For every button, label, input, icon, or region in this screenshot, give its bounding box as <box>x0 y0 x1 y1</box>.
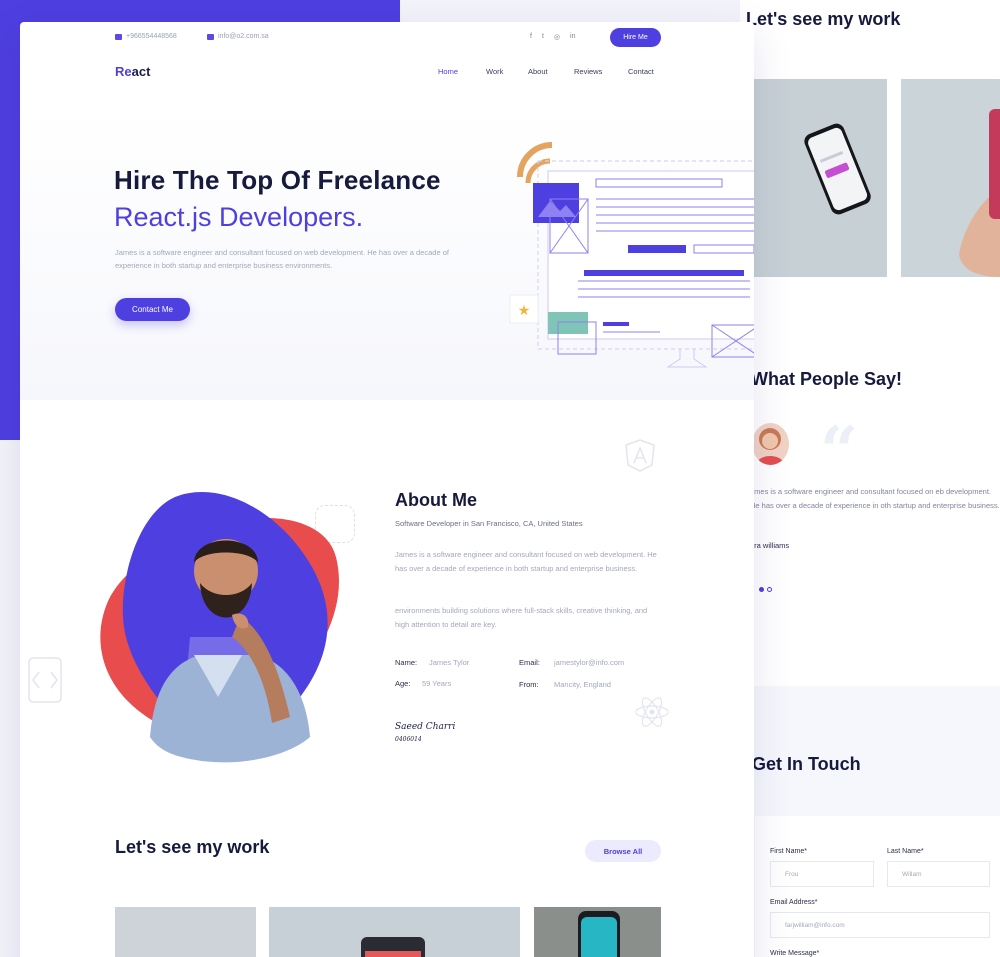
hero-section: Hire The Top Of Freelance React.js Devel… <box>20 102 754 400</box>
contact-me-button[interactable]: Contact Me <box>115 298 190 321</box>
side-testimonials-title: What People Say! <box>751 369 903 389</box>
phone-mockup-icon <box>752 79 887 277</box>
slider-dot[interactable] <box>767 587 772 592</box>
facebook-icon[interactable]: f <box>530 33 532 41</box>
side-work-title: Let's see my work <box>746 9 901 29</box>
about-paragraph-1: James is a software engineer and consult… <box>395 550 657 573</box>
about-subtitle: Software Developer in San Francisco, CA,… <box>395 519 583 528</box>
email-label: Email Address* <box>770 899 818 906</box>
testimonial-text: omes is a software engineer and consulta… <box>750 487 1000 510</box>
first-name-field[interactable]: Frou <box>770 861 874 887</box>
info-age-key: Age: <box>395 679 411 688</box>
hero-title: Hire The Top Of Freelance <box>114 165 441 195</box>
hero-description: James is a software engineer and consult… <box>115 248 449 270</box>
phone-app-screen <box>581 917 617 957</box>
testimonial-author: ora williams <box>750 541 790 550</box>
phone-number: +966554448568 <box>126 33 177 40</box>
testimonial-avatar <box>752 423 789 465</box>
browse-all-button[interactable]: Browse All <box>585 840 661 862</box>
side-contact-title: Get In Touch <box>752 754 861 774</box>
react-atom-icon <box>635 697 669 727</box>
contact-form: First Name* Frou Last Name* Willam Email… <box>755 816 1000 957</box>
side-page-preview: Let's see my work What People Say! “ ome… <box>740 0 1000 957</box>
nav-home[interactable]: Home <box>438 67 458 76</box>
phone-contact[interactable]: +966554448568 <box>115 33 177 40</box>
info-from-key: From: <box>519 680 539 689</box>
nav-reviews[interactable]: Reviews <box>574 67 602 76</box>
work-thumb-2[interactable] <box>269 907 520 957</box>
screenshot-stage: Let's see my work What People Say! “ ome… <box>0 0 1000 957</box>
quote-mark-icon: “ <box>820 412 858 490</box>
info-name-value: James Tylor <box>429 658 470 667</box>
phone-app-icon <box>578 911 620 957</box>
logo-accent: Re <box>115 64 132 79</box>
monitor-illustration-icon: ★ <box>509 142 754 368</box>
code-brackets-icon <box>28 657 62 703</box>
email-contact[interactable]: info@o2.com.sa <box>207 33 269 40</box>
last-name-field[interactable]: Willam <box>887 861 990 887</box>
twitter-icon[interactable]: t <box>542 33 544 41</box>
hand-phone-icon <box>901 79 1000 277</box>
hero-subtitle: React.js Developers. <box>114 202 364 232</box>
nav-contact[interactable]: Contact <box>628 67 654 76</box>
phone-top-icon <box>361 937 425 957</box>
side-work-image-hand[interactable] <box>901 79 1000 277</box>
social-links: f t ◎ in <box>530 33 575 41</box>
work-thumb-1[interactable] <box>115 907 256 957</box>
nav-work[interactable]: Work <box>486 67 503 76</box>
email-address: info@o2.com.sa <box>218 33 269 40</box>
logo-rest: act <box>131 64 151 79</box>
hire-me-button[interactable]: Hire Me <box>610 28 661 47</box>
signature-subtext: 0406014 <box>395 736 422 743</box>
instagram-icon[interactable]: ◎ <box>554 33 560 41</box>
svg-text:★: ★ <box>518 303 531 319</box>
message-label: Write Message* <box>770 950 820 957</box>
first-name-label: First Name* <box>770 848 807 855</box>
info-from-value: Mancity, England <box>554 680 611 689</box>
about-paragraph-2: environments building solutions where fu… <box>395 606 648 629</box>
info-email-key: Email: <box>519 658 540 667</box>
phone-icon <box>115 33 122 40</box>
about-title: About Me <box>395 490 477 510</box>
signature: Saeed Charri <box>395 722 456 732</box>
angular-outline-icon <box>625 439 655 472</box>
info-email-value: jamestylor@info.com <box>554 658 625 667</box>
mail-icon <box>207 33 214 40</box>
side-work-image-phone[interactable] <box>752 79 887 277</box>
info-age-value: 59 Years <box>422 679 452 688</box>
email-field[interactable]: farjwilliam@info.com <box>770 912 990 938</box>
nav-about[interactable]: About <box>528 67 548 76</box>
linkedin-icon[interactable]: in <box>570 33 575 41</box>
info-name-key: Name: <box>395 658 418 667</box>
main-page-preview: +966554448568 info@o2.com.sa f t ◎ in Hi… <box>20 22 754 957</box>
phone-screen <box>365 951 421 957</box>
slider-dot-active[interactable] <box>759 587 764 592</box>
avatar-woman-icon <box>756 428 785 465</box>
profile-photo-blob <box>100 491 339 763</box>
work-section-title: Let's see my work <box>115 837 270 857</box>
site-logo[interactable]: React <box>115 64 150 79</box>
last-name-label: Last Name* <box>887 848 924 855</box>
work-thumb-3[interactable] <box>534 907 661 957</box>
top-contact-bar: +966554448568 info@o2.com.sa f t ◎ in Hi… <box>20 22 754 54</box>
